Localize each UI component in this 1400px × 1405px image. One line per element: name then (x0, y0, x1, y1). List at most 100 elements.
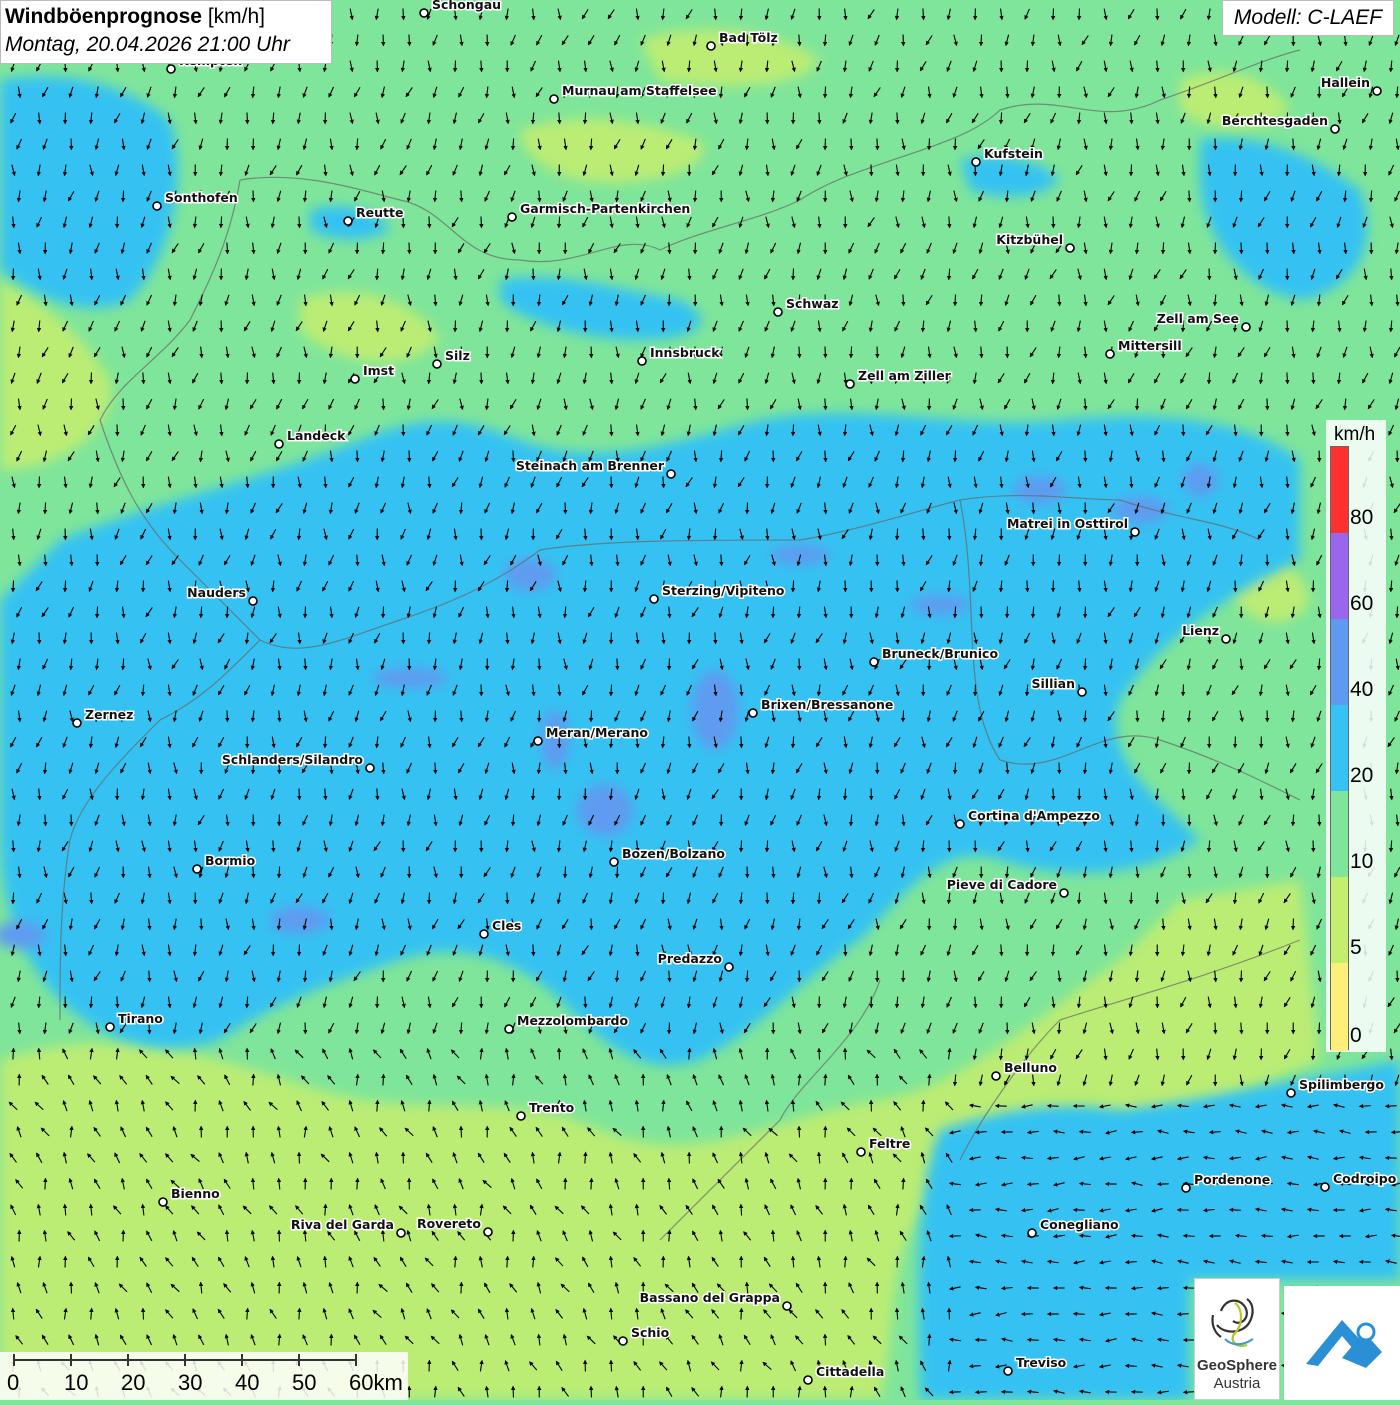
wind-arrow (663, 165, 664, 176)
city-label: Schio (631, 1325, 670, 1340)
wind-arrow (1313, 373, 1314, 384)
wind-arrow (799, 347, 800, 358)
wind-arrow (955, 295, 956, 306)
wind-arrow (825, 347, 826, 358)
wind-arrow (591, 711, 592, 722)
wind-arrow (299, 789, 300, 800)
wind-arrow (825, 399, 826, 410)
city-dot (159, 1198, 167, 1206)
wind-arrow (117, 997, 118, 1008)
scale-bar: 0102030405060km (0, 1352, 408, 1400)
city-dot (550, 95, 558, 103)
city-label: Lienz (1182, 623, 1219, 638)
wind-arrow (955, 607, 956, 618)
city-dot (707, 42, 715, 50)
city-dot (956, 820, 964, 828)
wind-arrow (1397, 607, 1398, 618)
wind-arrow (533, 945, 534, 956)
wind-arrow (819, 893, 820, 904)
wind-arrow (123, 191, 124, 202)
city-label: Bruneck/Brunico (882, 646, 998, 661)
wind-arrow (565, 867, 566, 878)
wind-arrow (617, 659, 618, 670)
city-dot (857, 1148, 865, 1156)
wind-arrow (793, 581, 794, 592)
city-label: Bienno (171, 1186, 220, 1201)
wind-arrow (1235, 581, 1236, 592)
city-dot (1373, 87, 1381, 95)
city-label: Feltre (869, 1136, 910, 1151)
wind-arrow (767, 893, 768, 904)
wind-arrow (383, 399, 384, 410)
wind-arrow (1157, 9, 1158, 20)
wind-arrow (357, 451, 358, 462)
city-dot (517, 1112, 525, 1120)
wind-arrow (825, 1335, 826, 1346)
city-dot (397, 1229, 405, 1237)
wind-arrow (767, 841, 768, 852)
city-dot (1004, 1367, 1012, 1375)
wind-arrow (513, 451, 514, 462)
wind-arrow (1215, 243, 1216, 254)
city-label: Sterzing/Vipiteno (662, 583, 785, 598)
city-dot (484, 1228, 492, 1236)
wind-arrow (741, 841, 742, 852)
city-label: Hallein (1321, 75, 1370, 90)
scale-tick-label: 40 (235, 1370, 259, 1396)
city-label: Matrei in Osttirol (1007, 516, 1128, 531)
wind-arrow (1386, 1106, 1397, 1107)
wind-arrow (1189, 191, 1190, 202)
city-dot (992, 1072, 1000, 1080)
city-label: Treviso (1016, 1355, 1067, 1370)
scale-tick-label: 0 (7, 1370, 19, 1396)
wind-arrow (741, 737, 742, 748)
geosphere-swirl-icon (1195, 1281, 1279, 1357)
wind-arrow (1287, 61, 1288, 72)
wind-arrow (591, 1387, 592, 1398)
wind-gust-map: SchongauBad TölzKemptenMurnau am Staffel… (0, 0, 1400, 1400)
city-label: Riva del Garda (291, 1217, 394, 1232)
city-label: Mittersill (1118, 338, 1182, 353)
wind-arrow (1157, 997, 1158, 1008)
city-dot (846, 380, 854, 388)
city-dot (351, 375, 359, 383)
city-label: Conegliano (1040, 1217, 1119, 1232)
wind-arrow (617, 867, 618, 878)
wind-arrow (741, 1205, 742, 1216)
city-label: Reutte (356, 205, 403, 220)
wind-arrow (1059, 763, 1060, 774)
wind-arrow (221, 217, 222, 228)
city-dot (783, 1302, 791, 1310)
legend-tick-label: 20 (1350, 764, 1373, 788)
wind-arrow (1360, 1106, 1371, 1107)
city-dot (1287, 1089, 1295, 1097)
wind-arrow (1059, 1023, 1060, 1034)
wind-arrow (903, 711, 904, 722)
city-dot (774, 308, 782, 316)
wind-arrow (611, 425, 612, 436)
city-label: Landeck (287, 428, 346, 443)
legend-color-band (1331, 705, 1348, 791)
wind-arrow (1027, 61, 1028, 72)
wind-arrow (591, 139, 592, 150)
legend-tick-label: 80 (1350, 506, 1373, 530)
city-dot (73, 719, 81, 727)
wind-arrow (403, 9, 404, 20)
city-dot (1078, 688, 1086, 696)
wind-arrow (13, 893, 14, 904)
wind-arrow (461, 191, 462, 202)
wind-arrow (877, 139, 878, 150)
wind-arrow (1178, 1314, 1189, 1315)
city-label: Mezzolombardo (517, 1013, 628, 1028)
wind-arrow (559, 113, 560, 124)
wind-arrow (13, 1049, 14, 1060)
wind-arrow (1313, 1049, 1314, 1060)
wind-arrow (299, 1309, 300, 1320)
wind-arrow (559, 1049, 560, 1060)
city-dot (650, 595, 658, 603)
title-unit: [km/h] (208, 5, 265, 28)
city-dot (106, 1023, 114, 1031)
city-label: Belluno (1004, 1060, 1057, 1075)
city-label: Murnau am Staffelsee (562, 83, 717, 98)
wind-arrow (773, 607, 774, 618)
